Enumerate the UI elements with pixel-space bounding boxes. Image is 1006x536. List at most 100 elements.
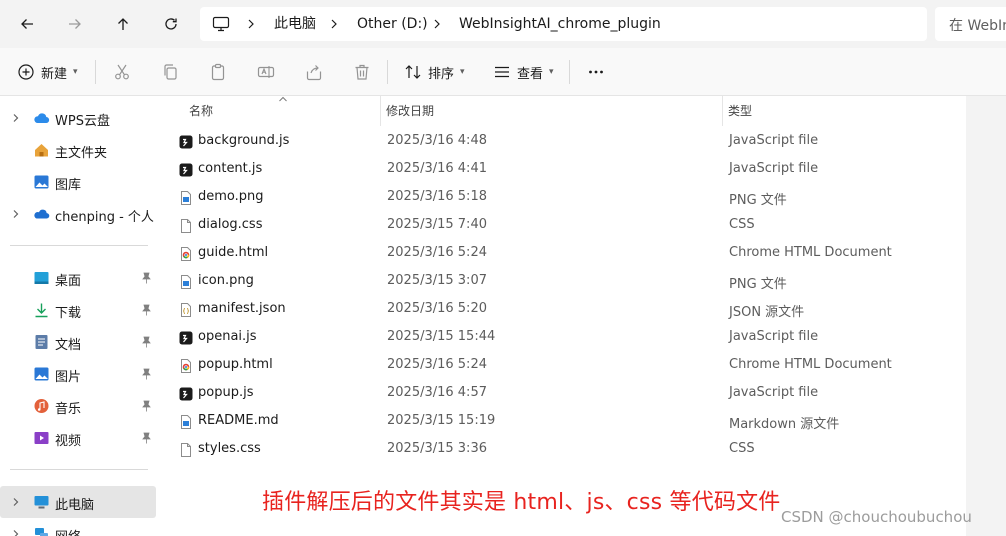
pin-icon[interactable] [141, 272, 152, 284]
css-file-icon [179, 442, 193, 457]
file-type: JavaScript file [729, 133, 819, 148]
sidebar-item-label: 图片 [55, 370, 82, 385]
sidebar-item-home[interactable]: 主文件夹 [0, 136, 156, 164]
more-options-button[interactable] [587, 60, 605, 84]
sidebar-item-this-pc[interactable]: 此电脑 [0, 486, 156, 518]
file-name: README.md [198, 413, 279, 428]
breadcrumb-this-pc[interactable]: 此电脑 [274, 15, 316, 33]
file-name: popup.js [198, 385, 254, 400]
chevron-right-icon[interactable] [11, 209, 21, 219]
sidebar-item-label: 音乐 [55, 402, 82, 417]
sidebar-item-label: 网络 [55, 526, 81, 536]
file-row[interactable]: manifest.json 2025/3/16 5:20 JSON 源文件 [170, 295, 960, 323]
pin-icon[interactable] [141, 368, 152, 380]
trash-icon [355, 64, 369, 80]
file-row[interactable]: dialog.css 2025/3/15 7:40 CSS [170, 211, 960, 239]
sidebar-item-gallery[interactable]: 图库 [0, 168, 156, 196]
sidebar-item-downloads[interactable]: 下载 [0, 296, 156, 324]
column-header-type[interactable]: 类型 [728, 102, 752, 119]
sidebar-item-music[interactable]: 音乐 [0, 392, 156, 420]
forward-button[interactable] [59, 8, 91, 40]
file-row[interactable]: README.md 2025/3/15 15:19 Markdown 源文件 [170, 407, 960, 435]
delete-button[interactable] [353, 60, 371, 84]
sidebar-item-label: 此电脑 [55, 498, 95, 513]
watermark: CSDN @chouchoubuchou [781, 508, 972, 526]
download-icon [35, 303, 48, 318]
column-resize-handle[interactable] [722, 96, 723, 126]
sidebar-item-documents[interactable]: 文档 [0, 328, 156, 356]
breadcrumb-folder[interactable]: WebInsightAI_chrome_plugin [459, 15, 661, 33]
file-type: Chrome HTML Document [729, 245, 892, 260]
cut-button[interactable] [113, 60, 131, 84]
toolbar-divider [569, 60, 570, 84]
documents-icon [35, 335, 48, 349]
sidebar-item-label: 文档 [55, 338, 82, 353]
sidebar-item-label: 主文件夹 [55, 146, 108, 161]
file-row[interactable]: openai.js 2025/3/15 15:44 JavaScript file [170, 323, 960, 351]
pin-icon[interactable] [141, 304, 152, 316]
file-name: content.js [198, 161, 263, 176]
file-row[interactable]: popup.js 2025/3/16 4:57 JavaScript file [170, 379, 960, 407]
file-row[interactable]: icon.png 2025/3/15 3:07 PNG 文件 [170, 267, 960, 295]
rename-button[interactable] [257, 60, 275, 84]
file-row[interactable]: demo.png 2025/3/16 5:18 PNG 文件 [170, 183, 960, 211]
sort-button[interactable]: 排序 ▾ [404, 60, 465, 84]
share-button[interactable] [305, 60, 323, 84]
music-icon [34, 399, 49, 413]
refresh-button[interactable] [155, 8, 187, 40]
chevron-right-icon[interactable] [11, 529, 21, 536]
sidebar-item-network[interactable]: 网络 [0, 520, 156, 536]
view-button[interactable]: 查看 ▾ [493, 60, 554, 84]
new-button[interactable]: 新建 ▾ [17, 60, 78, 84]
pictures-icon [34, 367, 49, 381]
back-button[interactable] [11, 8, 43, 40]
sidebar-item-videos[interactable]: 视频 [0, 424, 156, 452]
videos-icon [34, 432, 49, 444]
column-resize-handle[interactable] [380, 96, 381, 126]
sidebar-item-label: 图库 [55, 178, 82, 193]
sidebar-item-label: 下载 [55, 306, 82, 321]
cloud-icon [34, 113, 50, 124]
search-input[interactable]: 在 WebIn [935, 7, 1006, 41]
file-name: manifest.json [198, 301, 286, 316]
file-row[interactable]: popup.html 2025/3/16 5:24 Chrome HTML Docu… [170, 351, 960, 379]
pin-icon[interactable] [141, 400, 152, 412]
copy-icon [164, 64, 177, 80]
file-type: JavaScript file [729, 385, 819, 400]
chevron-right-icon[interactable] [11, 113, 21, 123]
column-header-name[interactable]: 名称 [189, 102, 213, 119]
file-type: Chrome HTML Document [729, 357, 892, 372]
sidebar-item-desktop[interactable]: 桌面 [0, 264, 156, 292]
sidebar-item-onedrive[interactable]: chenping - 个人 [0, 200, 156, 228]
breadcrumb-drive[interactable]: Other (D:) [357, 15, 428, 33]
sidebar-item-label: WPS云盘 [55, 114, 110, 129]
pin-icon[interactable] [141, 336, 152, 348]
image-file-icon [179, 190, 193, 205]
file-row[interactable]: background.js 2025/3/16 4:48 JavaScript fi… [170, 127, 960, 155]
chevron-right-icon [434, 19, 440, 29]
file-row[interactable]: content.js 2025/3/16 4:41 JavaScript file [170, 155, 960, 183]
up-button[interactable] [107, 8, 139, 40]
sidebar-item-wps-cloud[interactable]: WPS云盘 [0, 104, 156, 132]
address-field[interactable]: 此电脑 Other (D:) WebInsightAI_chrome_plugi… [200, 7, 927, 41]
sidebar-item-label: 桌面 [55, 274, 82, 289]
clipboard-icon [211, 63, 225, 81]
paste-button[interactable] [209, 60, 227, 84]
copy-button[interactable] [161, 60, 179, 84]
chevron-right-icon[interactable] [11, 497, 21, 507]
this-pc-icon [34, 496, 49, 509]
column-header-date[interactable]: 修改日期 [386, 102, 434, 119]
desktop-icon [34, 272, 49, 284]
sidebar-item-pictures[interactable]: 图片 [0, 360, 156, 388]
right-pane [966, 96, 1006, 536]
markdown-file-icon [179, 414, 193, 429]
javascript-file-icon [179, 134, 193, 149]
plus-circle-icon [18, 64, 34, 80]
file-list: 名称 修改日期 类型 background.js 2025/3/16 4:48 Ja… [160, 96, 966, 536]
file-row[interactable]: guide.html 2025/3/16 5:24 Chrome HTML Docu… [170, 239, 960, 267]
file-type: PNG 文件 [729, 277, 787, 292]
file-row[interactable]: styles.css 2025/3/15 3:36 CSS [170, 435, 960, 463]
file-modified-date: 2025/3/15 7:40 [387, 217, 487, 232]
pin-icon[interactable] [141, 432, 152, 444]
file-name: openai.js [198, 329, 257, 344]
